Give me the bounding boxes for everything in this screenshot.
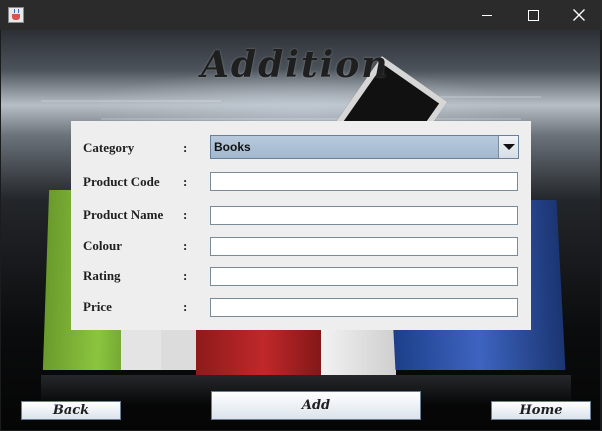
- product-code-field[interactable]: [210, 172, 518, 191]
- close-icon: [573, 9, 585, 21]
- close-button[interactable]: [556, 0, 602, 30]
- product-name-field[interactable]: [210, 206, 518, 225]
- chevron-down-icon: [502, 144, 515, 150]
- back-button[interactable]: Back: [21, 401, 121, 420]
- title-bar: [0, 0, 602, 30]
- product-code-label: Product Code: [83, 174, 160, 189]
- minimize-button[interactable]: [464, 0, 510, 30]
- product-code-colon: :: [183, 174, 188, 189]
- java-app-icon: [8, 7, 24, 23]
- product-name-colon: :: [183, 207, 188, 222]
- category-label: Category: [83, 140, 135, 155]
- product-form: Category : Books Product Code : Product …: [71, 121, 531, 330]
- category-selected-value: Books: [214, 140, 251, 154]
- price-colon: :: [183, 299, 188, 314]
- rating-colon: :: [183, 268, 188, 283]
- colour-label: Colour: [83, 238, 122, 253]
- maximize-button[interactable]: [510, 0, 556, 30]
- price-field[interactable]: [210, 298, 518, 317]
- window-content: Addition Category : Books Product Code :…: [1, 30, 600, 430]
- home-button[interactable]: Home: [491, 401, 591, 420]
- page-heading: Addition: [201, 44, 390, 86]
- maximize-icon: [527, 9, 539, 21]
- category-dropdown[interactable]: Books: [210, 135, 519, 159]
- category-colon: :: [183, 140, 188, 155]
- rating-label: Rating: [83, 268, 121, 283]
- add-button[interactable]: Add: [211, 391, 421, 420]
- colour-colon: :: [183, 238, 188, 253]
- dropdown-arrow-button[interactable]: [498, 136, 518, 158]
- colour-field[interactable]: [210, 237, 518, 256]
- price-label: Price: [83, 299, 112, 314]
- product-name-label: Product Name: [83, 207, 164, 222]
- background-streak: [101, 118, 521, 120]
- minimize-icon: [482, 14, 492, 16]
- rating-field[interactable]: [210, 267, 518, 286]
- background-streak: [41, 100, 221, 102]
